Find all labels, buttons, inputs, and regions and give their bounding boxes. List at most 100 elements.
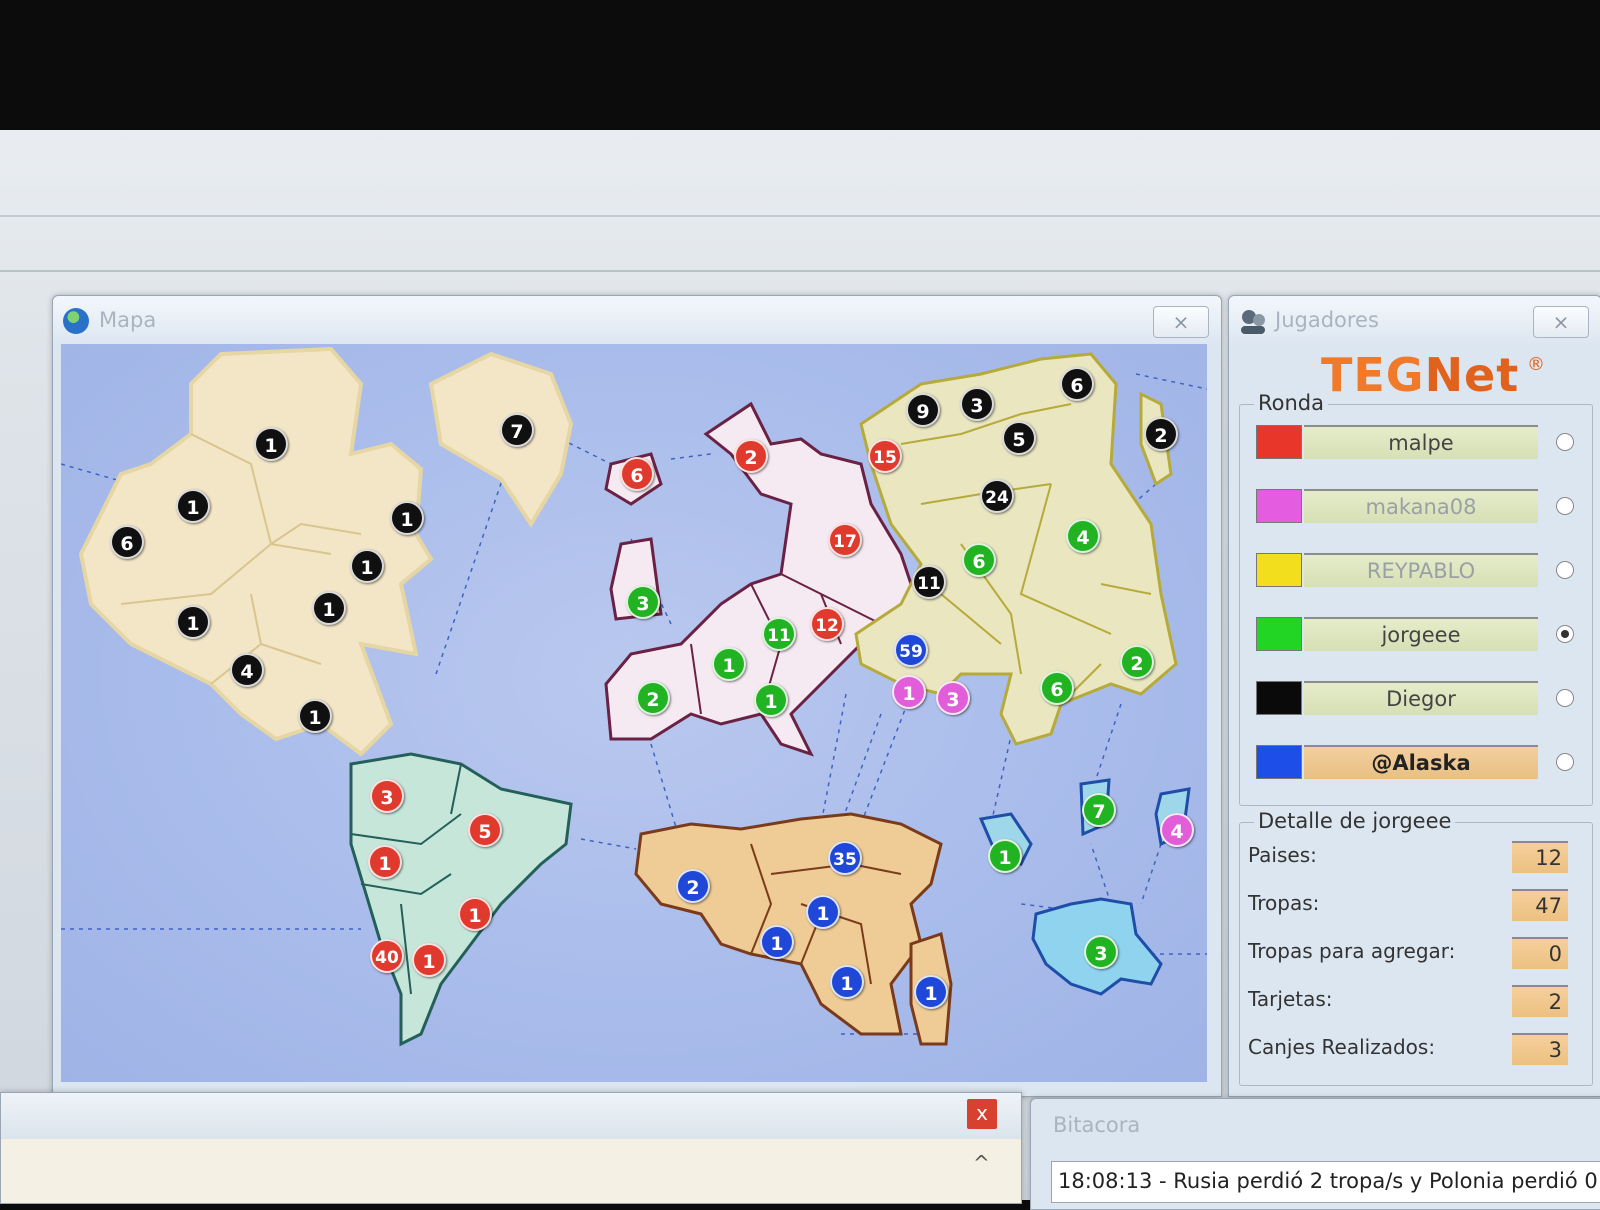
army-token[interactable]: 2 xyxy=(636,681,670,715)
player-name: malpe xyxy=(1304,425,1538,459)
map-window-titlebar[interactable]: Mapa ⨯ xyxy=(53,296,1221,344)
army-token[interactable]: 1 xyxy=(760,925,794,959)
army-token[interactable]: 1 xyxy=(412,943,446,977)
round-group: Ronda malpe makana08 REYPABLO jorgeee Diegor… xyxy=(1239,391,1593,806)
bottom-close-button[interactable]: x xyxy=(967,1099,997,1129)
army-token[interactable]: 11 xyxy=(762,617,796,651)
army-token[interactable]: 6 xyxy=(110,525,144,559)
army-token[interactable]: 35 xyxy=(828,841,862,875)
detail-label: Tarjetas: xyxy=(1248,987,1333,1011)
map-close-button[interactable]: ⨯ xyxy=(1153,306,1209,338)
army-token[interactable]: 40 xyxy=(370,939,404,973)
army-token[interactable]: 1 xyxy=(368,845,402,879)
player-row[interactable]: makana08 xyxy=(1256,489,1586,525)
player-color-swatch xyxy=(1256,425,1302,459)
detail-label: Tropas: xyxy=(1248,891,1320,915)
log-window: Bitacora 18:08:13 - Rusia perdió 2 tropa… xyxy=(1030,1098,1600,1210)
detail-value: 3 xyxy=(1512,1033,1568,1065)
army-token[interactable]: 15 xyxy=(868,439,902,473)
bottom-window-titlebar[interactable] xyxy=(1,1093,1021,1139)
army-token[interactable]: 1 xyxy=(176,489,210,523)
army-token[interactable]: 1 xyxy=(312,591,346,625)
player-radio[interactable] xyxy=(1556,689,1574,707)
army-token[interactable]: 6 xyxy=(1060,367,1094,401)
detail-label: Paises: xyxy=(1248,843,1317,867)
army-token[interactable]: 1 xyxy=(298,699,332,733)
army-token[interactable]: 6 xyxy=(962,543,996,577)
army-token[interactable]: 2 xyxy=(734,439,768,473)
army-token[interactable]: 3 xyxy=(370,779,404,813)
army-token[interactable]: 17 xyxy=(828,523,862,557)
army-token[interactable]: 1 xyxy=(176,605,210,639)
army-token[interactable]: 7 xyxy=(1082,793,1116,827)
detail-group: Detalle de jorgeee Paises: 12 Tropas: 47 Tro… xyxy=(1239,809,1593,1086)
player-row[interactable]: REYPABLO xyxy=(1256,553,1586,589)
army-token[interactable]: 6 xyxy=(620,457,654,491)
detail-value: 47 xyxy=(1512,889,1568,921)
log-entry[interactable]: 18:08:13 - Rusia perdió 2 tropa/s y Polo… xyxy=(1051,1161,1600,1203)
detail-row: Paises: 12 xyxy=(1248,841,1578,875)
detail-label: Tropas para agregar: xyxy=(1248,939,1456,963)
army-token[interactable]: 3 xyxy=(960,387,994,421)
desktop-divider xyxy=(0,270,1600,272)
player-name: makana08 xyxy=(1304,489,1538,523)
army-token[interactable]: 1 xyxy=(458,897,492,931)
world-map[interactable]: 1 1 6 1 1 1 1 4 1 7 3 5 1 1 40 1 6 2 17 12 3 11 1 2 1 59 1 3 15 9 3 6 5 2… xyxy=(61,344,1207,1082)
army-token[interactable]: 3 xyxy=(936,681,970,715)
army-token[interactable]: 4 xyxy=(1160,813,1194,847)
army-token[interactable]: 2 xyxy=(676,869,710,903)
army-token[interactable]: 3 xyxy=(1084,935,1118,969)
player-color-swatch xyxy=(1256,553,1302,587)
player-color-swatch xyxy=(1256,489,1302,523)
detail-row: Tarjetas: 2 xyxy=(1248,985,1578,1019)
army-token[interactable]: 5 xyxy=(468,813,502,847)
army-token[interactable]: 1 xyxy=(350,549,384,583)
army-token[interactable]: 1 xyxy=(754,683,788,717)
army-token[interactable]: 3 xyxy=(626,585,660,619)
player-radio[interactable] xyxy=(1556,433,1574,451)
army-token[interactable]: 2 xyxy=(1120,645,1154,679)
scroll-up-button[interactable]: ^ xyxy=(973,1151,990,1175)
player-name: REYPABLO xyxy=(1304,553,1538,587)
detail-value: 0 xyxy=(1512,937,1568,969)
army-token[interactable]: 1 xyxy=(988,839,1022,873)
players-window-titlebar[interactable]: Jugadores ⨯ xyxy=(1229,296,1600,344)
player-name: Diegor xyxy=(1304,681,1538,715)
player-row[interactable]: Diegor xyxy=(1256,681,1586,717)
map-svg xyxy=(61,346,1207,1047)
round-legend: Ronda xyxy=(1254,391,1329,415)
army-token[interactable]: 24 xyxy=(980,479,1014,513)
player-name: @Alaska xyxy=(1304,745,1538,779)
player-row[interactable]: @Alaska xyxy=(1256,745,1586,781)
player-row[interactable]: malpe xyxy=(1256,425,1586,461)
army-token[interactable]: 5 xyxy=(1002,421,1036,455)
army-token[interactable]: 9 xyxy=(906,393,940,427)
players-close-button[interactable]: ⨯ xyxy=(1533,306,1589,338)
tegnet-logo: TEGNet xyxy=(1321,348,1520,402)
army-token[interactable]: 1 xyxy=(254,427,288,461)
army-token[interactable]: 1 xyxy=(914,975,948,1009)
army-token[interactable]: 12 xyxy=(810,607,844,641)
player-radio[interactable] xyxy=(1556,561,1574,579)
army-token[interactable]: 11 xyxy=(912,565,946,599)
player-color-swatch xyxy=(1256,681,1302,715)
army-token[interactable]: 59 xyxy=(894,633,928,667)
army-token[interactable]: 1 xyxy=(712,647,746,681)
army-token[interactable]: 1 xyxy=(892,675,926,709)
army-token[interactable]: 4 xyxy=(1066,519,1100,553)
player-name: jorgeee xyxy=(1304,617,1538,651)
army-token[interactable]: 1 xyxy=(806,895,840,929)
army-token[interactable]: 7 xyxy=(500,413,534,447)
player-radio[interactable] xyxy=(1556,625,1574,643)
player-row[interactable]: jorgeee xyxy=(1256,617,1586,653)
army-token[interactable]: 1 xyxy=(830,965,864,999)
army-token[interactable]: 1 xyxy=(390,501,424,535)
army-token[interactable]: 6 xyxy=(1040,671,1074,705)
player-color-swatch xyxy=(1256,617,1302,651)
army-token[interactable]: 2 xyxy=(1144,417,1178,451)
player-radio[interactable] xyxy=(1556,753,1574,771)
log-window-title: Bitacora xyxy=(1053,1113,1141,1137)
globe-icon xyxy=(63,308,89,334)
player-radio[interactable] xyxy=(1556,497,1574,515)
army-token[interactable]: 4 xyxy=(230,653,264,687)
